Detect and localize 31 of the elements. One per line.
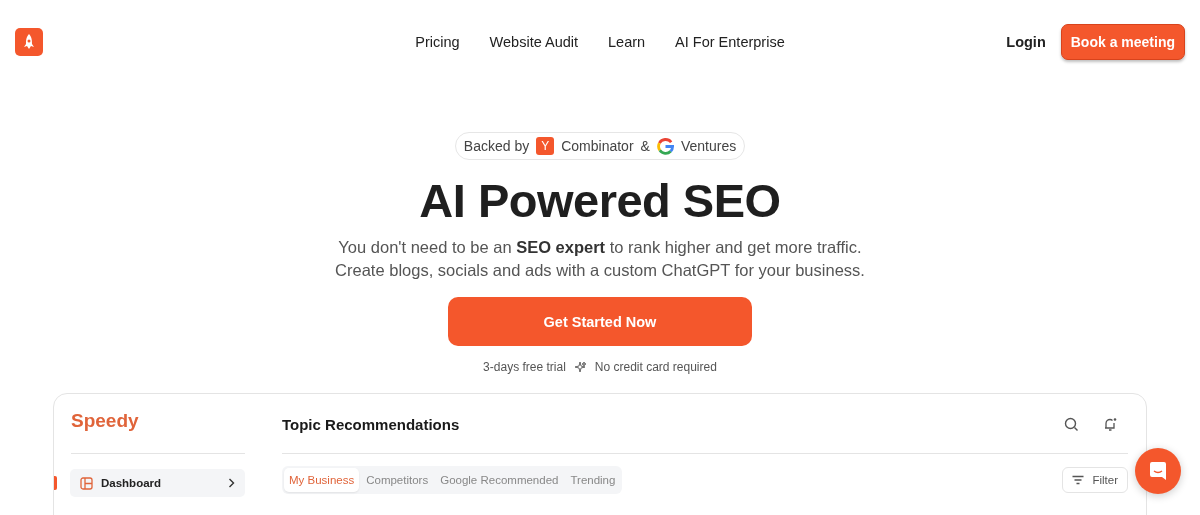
sparkle-icon bbox=[573, 360, 587, 374]
hero-title: AI Powered SEO bbox=[419, 174, 781, 228]
chat-button[interactable] bbox=[1135, 448, 1181, 494]
chevron-right-icon bbox=[228, 478, 235, 488]
layout-icon bbox=[80, 476, 93, 490]
subtitle-line: You don't need to be an SEO expert to rank higher and get more traffic. bbox=[338, 237, 862, 258]
notification-bell-icon[interactable] bbox=[1103, 416, 1118, 432]
filter-icon bbox=[1072, 475, 1085, 485]
note-text: 3-days free trial bbox=[483, 360, 566, 374]
nav-link[interactable]: Website Audit bbox=[489, 34, 578, 50]
tab[interactable]: My Business bbox=[284, 468, 360, 492]
backed-label: Backed by bbox=[463, 138, 530, 154]
filter-button[interactable]: Filter bbox=[1062, 467, 1128, 493]
chat-icon bbox=[1147, 460, 1169, 482]
sidebar-label: Dashboard bbox=[101, 477, 163, 489]
google-logo-icon bbox=[656, 137, 674, 155]
logo-icon[interactable] bbox=[15, 28, 43, 56]
login-link[interactable]: Login bbox=[1006, 34, 1046, 50]
backer-name: Ventures bbox=[680, 138, 737, 154]
yc-logo: Y bbox=[536, 137, 555, 155]
sidebar-item[interactable]: Dashboard bbox=[70, 469, 245, 497]
app-logo: Speedy bbox=[71, 410, 140, 433]
page-title: Topic Recommendations bbox=[282, 415, 460, 433]
nav-link[interactable]: Pricing bbox=[415, 34, 460, 50]
subtitle-line: Create blogs, socials and ads with a custom ChatGPT for your business. bbox=[335, 260, 865, 281]
note-text: No credit card required bbox=[594, 360, 717, 374]
search-icon[interactable] bbox=[1064, 416, 1079, 432]
nav-link[interactable]: Learn bbox=[608, 34, 646, 50]
ampersand: & bbox=[640, 138, 650, 154]
nav-link[interactable]: AI For Enterprise bbox=[675, 34, 785, 50]
backer-name: Combinator bbox=[561, 138, 634, 154]
